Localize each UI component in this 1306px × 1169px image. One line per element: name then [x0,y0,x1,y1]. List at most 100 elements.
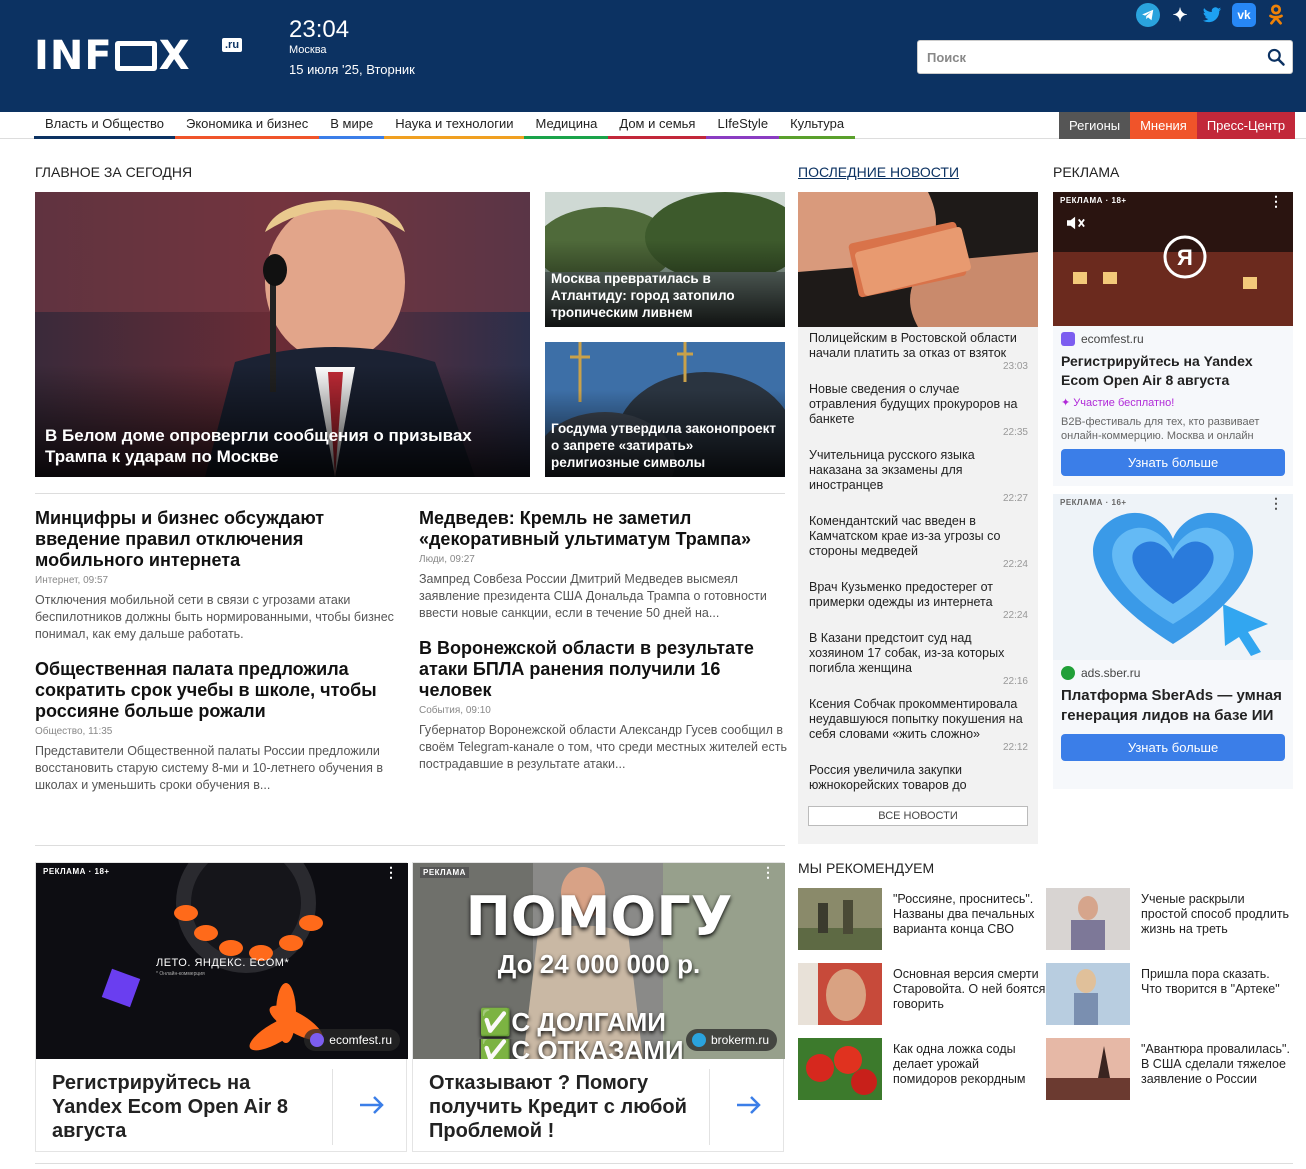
bottom-ad-2-image[interactable]: РЕКЛАМА ⋮ ПОМОГУ До 24 000 000 р. ✅С ДОЛ… [413,863,785,1059]
latest-news-item[interactable]: В Казани предстоит суд над хозяином 17 с… [809,631,1028,690]
search-icon[interactable] [1266,47,1286,67]
nav-item-science[interactable]: Наука и технологии [384,112,525,139]
side-card-1-caption: Москва превратилась в Атлантиду: город з… [545,240,785,327]
all-news-button[interactable]: Все новости [808,806,1028,826]
site-logo[interactable]: INF X .ru [34,36,244,76]
bottom-ad-2-line3: ✅С ДОЛГАМИ [479,1007,666,1037]
ad-2-menu-icon[interactable]: ⋮ [1269,496,1283,510]
logo-text: INF X [34,33,191,79]
latest-section-title[interactable]: Последние новости [798,164,959,180]
side-card-2[interactable]: Госдума утвердила законопроект о запрете… [545,342,785,477]
nav-item-culture[interactable]: Культура [779,112,856,139]
divider [35,493,785,494]
bottom-ad-1-image[interactable]: РЕКЛАМА · 18+ ⋮ ЛЕТО. ЯНДЕКС. ECOM* * Он… [36,863,408,1059]
bottom-ad-1-menu-icon[interactable]: ⋮ [384,865,398,879]
article-1-title[interactable]: Минцифры и бизнес обсуждают введение пра… [35,508,405,571]
ads-section-title: Реклама [1053,164,1120,180]
bottom-ad-1[interactable]: РЕКЛАМА · 18+ ⋮ ЛЕТО. ЯНДЕКС. ECOM* * Он… [35,862,408,1152]
ad-2-domain: ads.sber.ru [1053,660,1293,680]
latest-news-item[interactable]: Комендантский час введен в Камчатском кр… [809,514,1028,573]
nav-press-center[interactable]: Пресс-Центр [1196,112,1296,139]
search-input[interactable] [918,41,1248,73]
clock: 23:04 Москва 15 июля '25, Вторник [289,16,415,77]
article-4-title[interactable]: В Воронежской области в результате атаки… [419,638,787,701]
logo-ru: .ru [222,38,243,52]
hero-card[interactable]: В Белом доме опровергли сообщения о приз… [35,192,530,477]
recommend-item-1[interactable]: "Россияне, проснитесь". Названы два печа… [798,888,1046,950]
arrow-right-icon[interactable] [733,1093,765,1117]
mute-icon[interactable] [1065,214,1087,232]
recommend-text: Как одна ложка соды делает урожай помидо… [893,1042,1026,1086]
nav-item-lifestyle[interactable]: LIfeStyle [706,112,780,139]
article-1[interactable]: Минцифры и бизнес обсуждают введение пра… [35,508,405,643]
separator [709,1069,710,1145]
bottom-ad-1-label: РЕКЛАМА · 18+ [43,867,110,876]
recommend-item-4[interactable]: Пришла пора сказать. Что творится в "Арт… [1046,963,1294,1025]
twitter-icon[interactable] [1200,3,1224,27]
ad-1-image[interactable]: Я РЕКЛАМА · 18+ ⋮ [1053,192,1293,326]
article-3-title[interactable]: Общественная палата предложила сократить… [35,659,405,722]
recommend-thumb [798,1038,882,1100]
ok-icon[interactable] [1264,3,1288,27]
latest-news-item[interactable]: Учительница русского языка наказана за э… [809,448,1028,507]
nav-categories: Власть и Общество Экономика и бизнес В м… [34,112,856,139]
bottom-ad-1-title[interactable]: Регистрируйтесь на Yandex Ecom Open Air … [52,1071,322,1143]
recommend-item-3[interactable]: Основная версия смерти Старовойта. О ней… [798,963,1046,1025]
ad-card-2[interactable]: РЕКЛАМА · 16+ ⋮ ads.sber.ru Платформа Sb… [1053,494,1293,789]
clock-time: 23:04 [289,16,350,43]
article-2-title[interactable]: Медведев: Кремль не заметил «декоративны… [419,508,787,550]
ecomfest-icon [310,1033,325,1047]
hero-caption: В Белом доме опровергли сообщения о приз… [35,365,530,477]
nav-regions[interactable]: Регионы [1059,112,1131,139]
ad-card-1[interactable]: Я РЕКЛАМА · 18+ ⋮ ecomfest.ru Регистриру… [1053,192,1293,486]
nav-item-politics[interactable]: Власть и Общество [34,112,175,139]
bottom-ad-1-domain: ecomfest.ru [304,1029,400,1051]
recommend-item-5[interactable]: Как одна ложка соды делает урожай помидо… [798,1038,1046,1100]
article-4-meta: События, 09:10 [419,705,491,716]
search-box [917,40,1293,74]
telegram-icon[interactable] [1136,3,1160,27]
recommend-item-2[interactable]: Ученые раскрыли простой способ продлить … [1046,888,1294,950]
nav-opinions[interactable]: Мнения [1130,112,1197,139]
ad-1-title[interactable]: Регистрируйтесь на Yandex Ecom Open Air … [1053,346,1293,390]
latest-news-item[interactable]: Ксения Собчак прокомментировала неудавшу… [809,697,1028,756]
recommend-thumb [1046,963,1130,1025]
ad-2-title[interactable]: Платформа SberAds — умная генерация лидо… [1053,680,1293,734]
bottom-ad-2-menu-icon[interactable]: ⋮ [761,865,775,879]
side-card-1[interactable]: Москва превратилась в Атлантиду: город з… [545,192,785,327]
latest-news-item[interactable]: Россия увеличила закупки южнокорейских т… [809,763,1028,793]
news-time: 23:03 [1002,361,1028,372]
bottom-ad-2[interactable]: РЕКЛАМА ⋮ ПОМОГУ До 24 000 000 р. ✅С ДОЛ… [412,862,785,1152]
latest-news-item[interactable]: Врач Кузьменко предостерег от примерки о… [809,580,1028,624]
nav-item-world[interactable]: В мире [319,112,385,139]
ad-2-image[interactable]: РЕКЛАМА · 16+ ⋮ [1053,494,1293,660]
ad-1-button[interactable]: Узнать больше [1061,449,1285,476]
article-2[interactable]: Медведев: Кремль не заметил «декоративны… [419,508,787,622]
sparkle-icon: ✦ [1061,397,1074,409]
recommend-item-6[interactable]: "Авантюра провалилась". В США сделали тя… [1046,1038,1294,1100]
ad-2-button[interactable]: Узнать больше [1061,734,1285,761]
latest-news-item[interactable]: Полицейским в Ростовской области начали … [809,331,1028,375]
ad-1-menu-icon[interactable]: ⋮ [1269,194,1283,208]
article-3-meta: Общество, 11:35 [35,726,113,737]
nav-item-family[interactable]: Дом и семья [608,112,707,139]
vk-icon[interactable]: vk [1232,3,1256,27]
clock-date: 15 июля '25, Вторник [289,62,415,77]
nav-item-medicine[interactable]: Медицина [524,112,609,139]
main-section-title: Главное за сегодня [35,164,193,180]
telegram-icon [691,1033,706,1047]
article-3[interactable]: Общественная палата предложила сократить… [35,659,405,794]
zen-icon[interactable]: ✦ [1168,3,1192,27]
bottom-ad-2-label: РЕКЛАМА [420,867,469,878]
article-4[interactable]: В Воронежской области в результате атаки… [419,638,787,773]
arrow-right-icon[interactable] [356,1093,388,1117]
ad-2-label: РЕКЛАМА · 16+ [1060,498,1127,507]
news-time: 22:12 [1002,742,1028,753]
latest-news-image[interactable] [798,192,1038,327]
bottom-ad-2-title[interactable]: Отказывают ? Помогу получить Кредит с лю… [429,1071,699,1143]
news-time: 22:24 [1002,559,1028,570]
bottom-ad-2-domain: brokerm.ru [685,1029,777,1051]
ad-1-domain: ecomfest.ru [1053,326,1293,346]
latest-news-item[interactable]: Новые сведения о случае отравления будущ… [809,382,1028,441]
nav-item-economy[interactable]: Экономика и бизнес [174,112,320,139]
